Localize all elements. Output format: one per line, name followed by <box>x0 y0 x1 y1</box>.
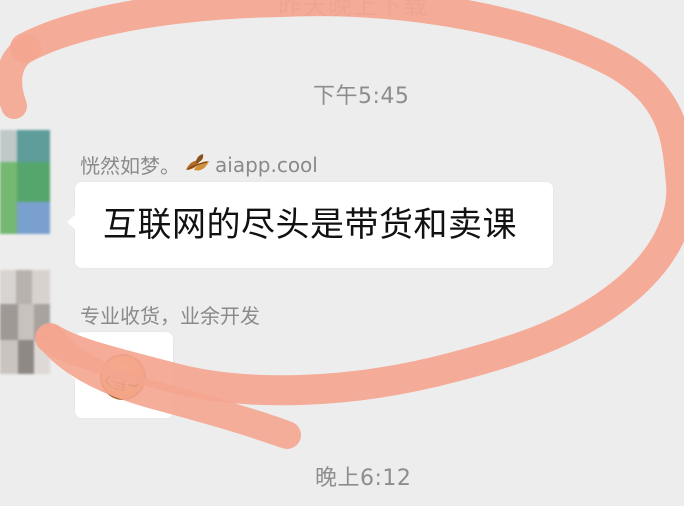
cut-off-system-message: 昨天晚上下载 <box>278 0 428 20</box>
sender-suffix: aiapp.cool <box>215 152 318 177</box>
message-time-label: 晚上6:12 <box>315 466 412 491</box>
sender-name: 恍然如梦。 <box>80 154 180 178</box>
emoji-message-bubble[interactable] <box>67 332 173 418</box>
avatar-sender-1[interactable] <box>0 130 50 234</box>
leaf-icon <box>186 154 209 171</box>
message-text: 互联网的尽头是带货和卖课 <box>103 205 517 245</box>
message-bubble[interactable]: 互联网的尽头是带货和卖课 <box>67 182 553 268</box>
chat-screen: 昨天晚上下载 下午5:45 恍然如梦。 aiapp.cool 互联网的尽头是带货… <box>0 0 684 506</box>
message-time-label: 下午5:45 <box>313 84 410 109</box>
facepalm-emoji-icon <box>100 354 146 400</box>
sender-name-row: 恍然如梦。 aiapp.cool <box>80 150 318 179</box>
avatar-sender-2[interactable] <box>0 270 50 374</box>
sender-name: 专业收货，业余开发 <box>80 304 260 328</box>
